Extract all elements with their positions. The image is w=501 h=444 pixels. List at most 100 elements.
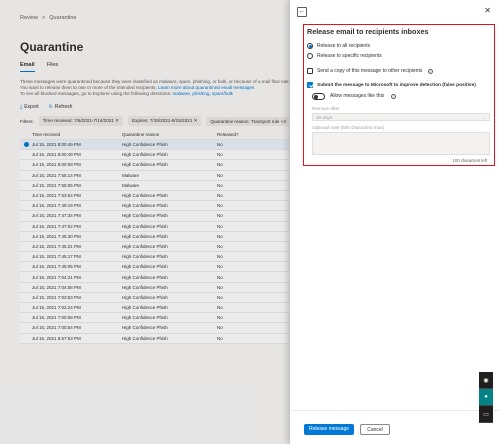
close-icon[interactable]: ✕: [194, 118, 198, 123]
filter-chip-expires-label: Expires: 7/15/2021-8/15/2021: [132, 118, 193, 123]
cell-time-received: Jul 15, 2021 7:45:30 PM: [32, 233, 81, 239]
radio-release-all[interactable]: Release to all recipients: [307, 43, 370, 49]
submit-label: Submit the message to Microsoft to impro…: [317, 82, 476, 88]
filter-chip-quarantine-reason[interactable]: Quarantine reason: Transport rule +3: [206, 116, 290, 126]
radio-release-specific-label: Release to specific recipients: [317, 53, 382, 59]
cell-released: No: [217, 284, 223, 290]
cell-quarantine-reason: High Confidence Phish: [122, 264, 168, 270]
info-icon[interactable]: i: [391, 93, 397, 99]
cell-time-received: Jul 15, 2021 7:00:59 PM: [32, 315, 81, 321]
radio-selected-icon[interactable]: [307, 43, 313, 49]
table-row[interactable]: Jul 15, 2021 8:00:49 PM High Confidence P…: [20, 140, 295, 151]
remove-after-dropdown[interactable]: 30 days ⌄: [312, 113, 490, 121]
cell-released: No: [217, 172, 223, 178]
allow-messages-label: Allow messages like this: [330, 93, 385, 100]
header-time-received[interactable]: Time received: [32, 132, 122, 137]
table-row[interactable]: Jul 15, 2021 7:49:19 PM High Confidence P…: [20, 201, 295, 212]
checkbox-unchecked-icon[interactable]: [307, 68, 313, 74]
cancel-button[interactable]: Cancel: [360, 424, 390, 435]
cell-time-received: Jul 15, 2021 7:45:21 PM: [32, 243, 81, 249]
release-message-button[interactable]: Release message: [304, 424, 354, 435]
filters-label: Filters:: [20, 118, 34, 124]
cell-time-received: Jul 15, 2021 7:47:34 PM: [32, 213, 81, 219]
description-line-3: To see all blocked messages, go to Explo…: [20, 91, 172, 97]
radio-release-specific[interactable]: Release to specific recipients: [307, 53, 382, 59]
page-title: Quarantine: [20, 40, 84, 54]
table-row[interactable]: Jul 15, 2021 7:04:08 PM High Confidence P…: [20, 282, 295, 293]
cell-time-received: Jul 15, 2021 6:57:53 PM: [32, 335, 81, 341]
feedback-icon[interactable]: ▭: [479, 406, 493, 423]
table-row[interactable]: Jul 15, 2021 7:47:34 PM High Confidence P…: [20, 211, 295, 222]
description-line-2: want to release them to one or more of t…: [29, 85, 157, 91]
cell-released: No: [217, 182, 223, 188]
allow-messages-toggle[interactable]: [312, 93, 325, 100]
table-row[interactable]: Jul 15, 2021 7:00:59 PM High Confidence P…: [20, 313, 295, 324]
table-row[interactable]: Jul 15, 2021 7:45:05 PM High Confidence P…: [20, 262, 295, 273]
cell-released: No: [217, 325, 223, 331]
filter-chip-expires[interactable]: Expires: 7/15/2021-8/15/2021 ✕: [128, 116, 202, 126]
panel-footer: Release message Cancel: [290, 410, 501, 444]
cell-quarantine-reason: High Confidence Phish: [122, 243, 168, 249]
cell-quarantine-reason: High Confidence Phish: [122, 233, 168, 239]
cell-quarantine-reason: High Confidence Phish: [122, 335, 168, 341]
table-row[interactable]: Jul 15, 2021 7:53:54 PM High Confidence P…: [20, 190, 295, 202]
selected-check-icon[interactable]: [23, 142, 29, 148]
refresh-button[interactable]: ↻ Refresh: [49, 104, 73, 110]
send-copy-checkbox[interactable]: Send a copy of this message to other rec…: [307, 68, 434, 74]
cell-quarantine-reason: Malware: [122, 172, 140, 178]
table-row[interactable]: Jul 15, 2021 7:04:21 PM High Confidence P…: [20, 272, 295, 283]
table-row[interactable]: Jul 15, 2021 7:47:02 PM High Confidence P…: [20, 221, 295, 232]
cell-quarantine-reason: High Confidence Phish: [122, 223, 168, 229]
quarantine-table: Time received Quarantine reason Released…: [20, 130, 295, 344]
tab-email[interactable]: Email: [20, 62, 35, 72]
table-row[interactable]: Jul 15, 2021 7:55:05 PM Malware No: [20, 180, 295, 191]
cell-released: No: [217, 162, 223, 168]
table-row[interactable]: Jul 15, 2021 7:45:21 PM High Confidence P…: [20, 241, 295, 253]
table-row[interactable]: Jul 15, 2021 7:45:17 PM High Confidence P…: [20, 252, 295, 263]
allow-messages-toggle-row: Allow messages like this i: [312, 93, 397, 100]
table-row[interactable]: Jul 15, 2021 6:57:53 PM High Confidence P…: [20, 333, 295, 344]
filter-chip-reason-label: Quarantine reason: Transport rule +3: [210, 118, 286, 124]
export-button[interactable]: ⤓ Export: [20, 104, 39, 110]
cell-released: No: [217, 243, 223, 249]
breadcrumb: Review > Quarantine: [20, 15, 76, 21]
breadcrumb-review[interactable]: Review: [20, 15, 38, 21]
toolbar: ⤓ Export ↻ Refresh: [20, 104, 72, 110]
table-row[interactable]: Jul 15, 2021 8:00:49 PM High Confidence P…: [20, 150, 295, 161]
submit-to-microsoft-checkbox[interactable]: Submit the message to Microsoft to impro…: [307, 82, 476, 88]
explorer-link[interactable]: malware, phishing, spam/bulk: [172, 91, 233, 96]
character-count: 100 characters left: [452, 158, 487, 163]
tab-files[interactable]: Files: [47, 62, 59, 72]
cell-quarantine-reason: High Confidence Phish: [122, 254, 168, 260]
table-row[interactable]: Jul 15, 2021 7:55:14 PM Malware No: [20, 170, 295, 181]
cell-time-received: Jul 15, 2021 7:45:17 PM: [32, 254, 81, 260]
breadcrumb-separator: >: [42, 15, 46, 21]
radio-unselected-icon[interactable]: [307, 53, 313, 59]
table-row[interactable]: Jul 15, 2021 7:45:30 PM High Confidence P…: [20, 231, 295, 242]
back-arrow-icon[interactable]: ←: [297, 7, 307, 17]
learn-more-link[interactable]: Learn more about quarantined email messa…: [158, 85, 254, 90]
cell-time-received: Jul 15, 2021 7:55:05 PM: [32, 182, 81, 188]
cell-quarantine-reason: High Confidence Phish: [122, 142, 168, 148]
info-icon[interactable]: i: [428, 68, 434, 74]
header-released[interactable]: Released?: [217, 132, 295, 137]
close-icon[interactable]: ✕: [484, 6, 491, 15]
help-headset-icon[interactable]: ◉: [479, 372, 493, 389]
cell-released: No: [217, 274, 223, 280]
cell-time-received: Jul 15, 2021 7:03:53 PM: [32, 294, 81, 300]
table-row[interactable]: Jul 15, 2021 7:00:54 PM High Confidence P…: [20, 323, 295, 334]
remove-after-value: 30 days: [316, 115, 333, 120]
table-row[interactable]: Jul 15, 2021 7:02:24 PM High Confidence P…: [20, 303, 295, 314]
cell-time-received: Jul 15, 2021 7:00:54 PM: [32, 325, 81, 331]
header-quarantine-reason[interactable]: Quarantine reason: [122, 132, 217, 137]
row-select-cell[interactable]: [20, 142, 32, 148]
chat-icon[interactable]: ●: [479, 389, 493, 406]
table-row[interactable]: Jul 15, 2021 7:03:53 PM High Confidence P…: [20, 292, 295, 303]
close-icon[interactable]: ✕: [115, 118, 119, 123]
cell-quarantine-reason: Malware: [122, 182, 140, 188]
optional-note-textarea[interactable]: [312, 132, 490, 155]
filter-chip-time-received[interactable]: Time received: 7/6/2021-7/14/2021 ✕: [38, 116, 123, 126]
breadcrumb-quarantine[interactable]: Quarantine: [49, 15, 76, 21]
checkbox-checked-icon[interactable]: [307, 82, 313, 88]
table-row[interactable]: Jul 15, 2021 8:00:08 PM High Confidence P…: [20, 160, 295, 171]
